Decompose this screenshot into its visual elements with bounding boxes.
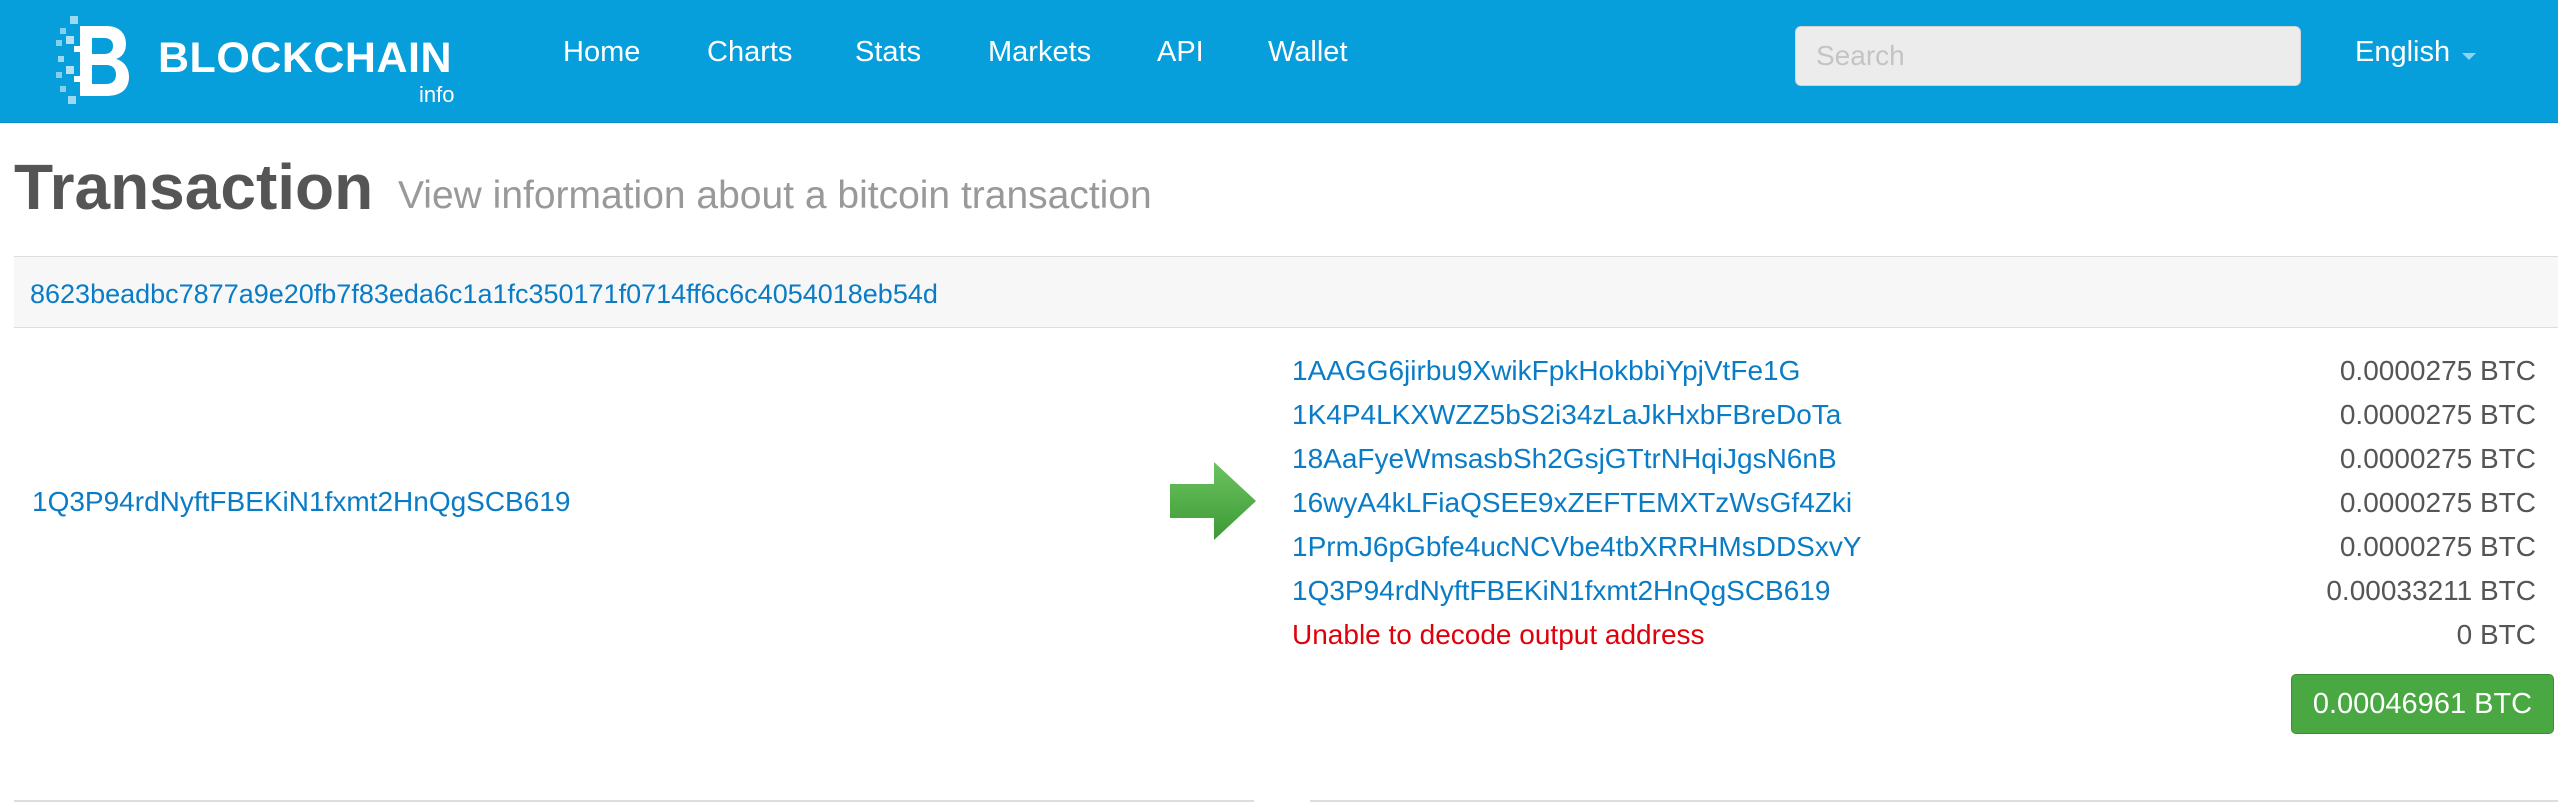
divider (14, 800, 1254, 802)
chevron-down-icon (2462, 53, 2476, 60)
nav-markets[interactable]: Markets (988, 36, 1091, 69)
page-title: Transaction (14, 151, 374, 223)
output-amount: 0.0000275 BTC (2339, 531, 2536, 562)
input-address-link[interactable]: 1Q3P94rdNyftFBEKiN1fxmt2HnQgSCB619 (32, 486, 570, 518)
brand-subtitle: info (419, 82, 455, 107)
page-subtitle: View information about a bitcoin transac… (398, 174, 1152, 217)
output-amount: 0.0000275 BTC (2339, 399, 2536, 430)
language-dropdown[interactable]: English (2355, 36, 2450, 69)
search-input[interactable] (1795, 26, 2301, 86)
output-decode-error: Unable to decode output address (1292, 619, 1705, 650)
nav-wallet[interactable]: Wallet (1268, 36, 1348, 69)
output-address-link[interactable]: 1PrmJ6pGbfe4ucNCVbe4tbXRRHMsDDSxvY (1292, 531, 1862, 563)
navbar: BLOCKCHAIN info Home Charts Stats Market… (0, 0, 2558, 123)
output-amount: 0.0000275 BTC (2339, 443, 2536, 474)
output-address-link[interactable]: 16wyA4kLFiaQSEE9xZEFTEMXTzWsGf4Zki (1292, 487, 1852, 519)
output-address-link[interactable]: 18AaFyeWmsasbSh2GsjGTtrNHqiJgsN6nB (1292, 443, 1837, 475)
output-amount: 0 BTC (2456, 619, 2536, 650)
total-amount-button[interactable]: 0.00046961 BTC (2291, 674, 2554, 734)
transaction-hash-row: 8623beadbc7877a9e20fb7f83eda6c1a1fc35017… (14, 256, 2558, 328)
nav-stats[interactable]: Stats (855, 36, 921, 69)
transaction-hash-link[interactable]: 8623beadbc7877a9e20fb7f83eda6c1a1fc35017… (30, 279, 938, 310)
output-amount: 0.0000275 BTC (2339, 355, 2536, 386)
output-amount: 0.0000275 BTC (2339, 487, 2536, 518)
blockchain-logo-icon (56, 16, 129, 104)
output-address-link[interactable]: 1K4P4LKXWZZ5bS2i34zLaJkHxbFBreDoTa (1292, 399, 1841, 431)
brand-title: BLOCKCHAIN (158, 34, 453, 82)
nav-api[interactable]: API (1157, 36, 1204, 69)
output-address-link[interactable]: 1AAGG6jirbu9XwikFpkHokbbiYpjVtFe1G (1292, 355, 1800, 387)
nav-home[interactable]: Home (563, 36, 640, 69)
divider (1310, 800, 2558, 802)
output-address-link[interactable]: 1Q3P94rdNyftFBEKiN1fxmt2HnQgSCB619 (1292, 575, 1830, 607)
brand-link[interactable]: BLOCKCHAIN info (56, 16, 476, 107)
arrow-right-icon (1170, 462, 1256, 540)
output-amount: 0.00033211 BTC (2326, 575, 2536, 606)
nav-charts[interactable]: Charts (707, 36, 792, 69)
